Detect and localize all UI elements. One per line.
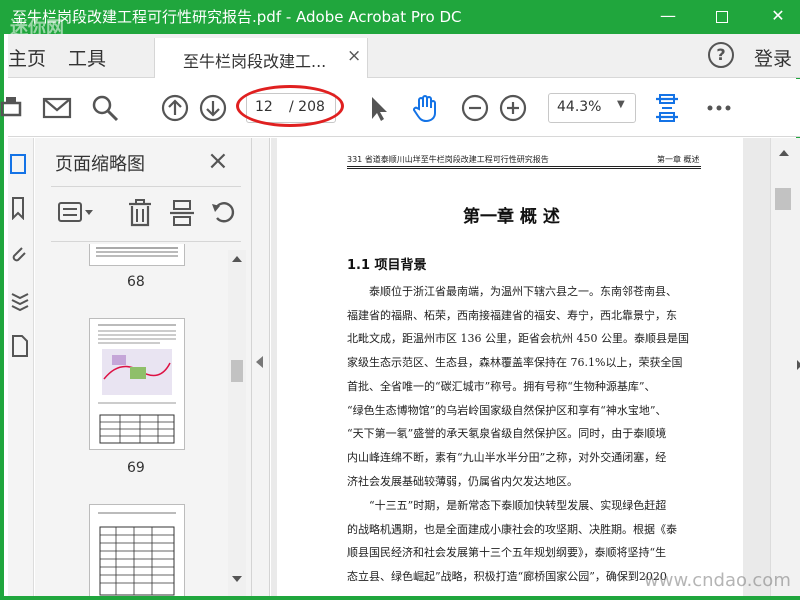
close-window-button[interactable]: ✕ [758, 4, 798, 28]
rotate-page-icon[interactable] [209, 198, 239, 228]
page-thumbnail-preview [96, 247, 178, 257]
panel-divider [51, 241, 241, 242]
more-options-icon[interactable] [704, 93, 734, 123]
text-line: 福建省的福鼎、柘荣，西南接福建省的福安、寿宁，西北靠景宁，东 [347, 308, 677, 322]
scroll-down-icon[interactable] [232, 576, 242, 582]
collapse-arrow-icon [256, 356, 263, 368]
scroll-up-icon[interactable] [232, 256, 242, 262]
fit-page-icon[interactable] [652, 93, 682, 123]
site-watermark: www.cndao.com [644, 570, 791, 591]
text-line: 顺县国民经济和社会发展第十三个五年规划纲要》，泰顺将坚持“生 [347, 546, 667, 560]
close-tab-icon[interactable]: × [347, 46, 361, 66]
section-title: 1.1 项目背景 [347, 258, 427, 273]
close-panel-icon[interactable]: × [207, 146, 229, 176]
thumbnail-panel-title: 页面缩略图 [55, 154, 145, 175]
zoom-value: 44.3% [557, 99, 602, 115]
login-link[interactable]: 登录 [754, 44, 792, 71]
text-line: 内山峰连绵不断，素有“九山半水半分田”之称，对外交通闭塞，经 [347, 450, 667, 464]
zoom-in-icon[interactable] [498, 93, 528, 123]
page-thumbnail-preview [98, 324, 176, 444]
thumbnail-page-number: 69 [127, 460, 145, 476]
panel-collapse-handle[interactable] [252, 138, 270, 596]
document-tab[interactable]: 至牛栏岗段改建工... × [154, 38, 368, 78]
menu-tools[interactable]: 工具 [68, 44, 106, 71]
attachment-icon[interactable] [10, 242, 30, 266]
page-header-right: 第一章 概述 [657, 155, 700, 164]
thumbnail-page-number: 68 [127, 274, 145, 290]
help-icon[interactable]: ? [708, 42, 734, 68]
thumbnail-scrollbar[interactable] [228, 250, 246, 596]
thumbnail-panel: 页面缩略图 × 68 69 [35, 138, 252, 596]
previous-page-icon[interactable] [160, 93, 190, 123]
next-page-icon[interactable] [198, 93, 228, 123]
text-line: 首批、全省唯一的“碳汇城市”称号。拥有号称“生物种源基库”、 [347, 379, 656, 393]
chapter-title: 第一章 概 述 [463, 207, 560, 227]
menu-home[interactable]: 主页 [8, 44, 46, 71]
page-header-left: 331 省道泰顺川山垟至牛栏岗段改建工程可行性研究报告 [347, 155, 549, 164]
toolbar: 12 / 208 44.3% ▼ [0, 79, 800, 137]
bookmarks-icon[interactable] [10, 196, 30, 220]
page-thumbnail-68[interactable] [89, 244, 185, 266]
highlight-ellipse [236, 85, 344, 127]
text-line: 泰顺位于浙江省最南端，为温州下辖六县之一。东南邻苍南县、 [369, 285, 677, 298]
document-scrollbar[interactable] [770, 138, 800, 596]
extract-page-icon[interactable] [167, 198, 197, 228]
text-line: “绿色生态博物馆”的乌岩岭国家级自然保护区和享有“神水宝地”、 [347, 403, 667, 417]
options-menu-icon[interactable] [57, 200, 97, 226]
maximize-icon [716, 10, 728, 23]
text-line: 家级生态示范区、生态县，森林覆盖率保持在 76.1%以上，荣获全国 [347, 356, 683, 370]
text-line: “十三五”时期，是新常态下泰顺加快转型发展、实现绿色赶超 [369, 499, 667, 512]
panel-divider [51, 186, 241, 187]
scroll-up-icon[interactable] [779, 150, 789, 156]
text-line: 济社会发展基础较薄弱，仍属省内欠发达地区。 [347, 474, 578, 488]
document-view[interactable]: 331 省道泰顺川山垟至牛栏岗段改建工程可行性研究报告 第一章 概述 第一章 概… [271, 138, 770, 596]
scrollbar-thumb[interactable] [775, 188, 791, 210]
email-icon[interactable] [42, 93, 72, 123]
window-title: 至牛栏岗段改建工程可行性研究报告.pdf - Adobe Acrobat Pro… [12, 8, 462, 26]
chevron-down-icon: ▼ [617, 99, 625, 110]
print-icon[interactable] [0, 93, 30, 123]
menu-bar: 主页 工具 至牛栏岗段改建工... × ? 登录 [8, 34, 800, 78]
text-line: 北毗文成，距温州市区 136 公里，距省会杭州 450 公里。泰顺县是国 [347, 332, 689, 346]
page-thumbnail-70[interactable] [89, 504, 185, 596]
navigation-rail [8, 138, 34, 596]
document-icon[interactable] [10, 334, 30, 358]
header-rule [347, 166, 701, 167]
page-thumbnail-preview [98, 512, 176, 596]
minimize-button[interactable]: — [648, 4, 688, 28]
layers-icon[interactable] [10, 288, 30, 312]
document-page: 331 省道泰顺川山垟至牛栏岗段改建工程可行性研究报告 第一章 概述 第一章 概… [277, 138, 743, 596]
maximize-button[interactable] [702, 4, 742, 28]
delete-page-icon[interactable] [125, 198, 155, 228]
app-window: 至牛栏岗段改建工程可行性研究报告.pdf - Adobe Acrobat Pro… [0, 0, 800, 600]
scrollbar-thumb[interactable] [231, 360, 243, 382]
page-thumbnails-icon[interactable] [10, 152, 30, 176]
text-line: “天下第一氡”盛誉的承天氡泉省级自然保护区。同时，由于泰顺境 [347, 427, 667, 441]
zoom-out-icon[interactable] [460, 93, 490, 123]
text-line: 的战略机遇期，也是全面建成小康社会的攻坚期、决胜期。根据《泰 [347, 522, 677, 536]
thumbnail-tools [51, 196, 241, 230]
paragraph-1: 泰顺位于浙江省最南端，为温州下辖六县之一。东南邻苍南县、 福建省的福鼎、柘荣，西… [347, 280, 703, 493]
document-tab-label: 至牛栏岗段改建工... [183, 52, 327, 71]
search-icon[interactable] [90, 93, 120, 123]
header-rule [347, 168, 701, 169]
page-thumbnail-69[interactable] [89, 318, 185, 450]
hand-tool-icon[interactable] [410, 93, 440, 123]
select-cursor-icon[interactable] [364, 93, 394, 123]
zoom-select[interactable]: 44.3% ▼ [548, 93, 636, 123]
title-bar: 至牛栏岗段改建工程可行性研究报告.pdf - Adobe Acrobat Pro… [4, 0, 800, 39]
